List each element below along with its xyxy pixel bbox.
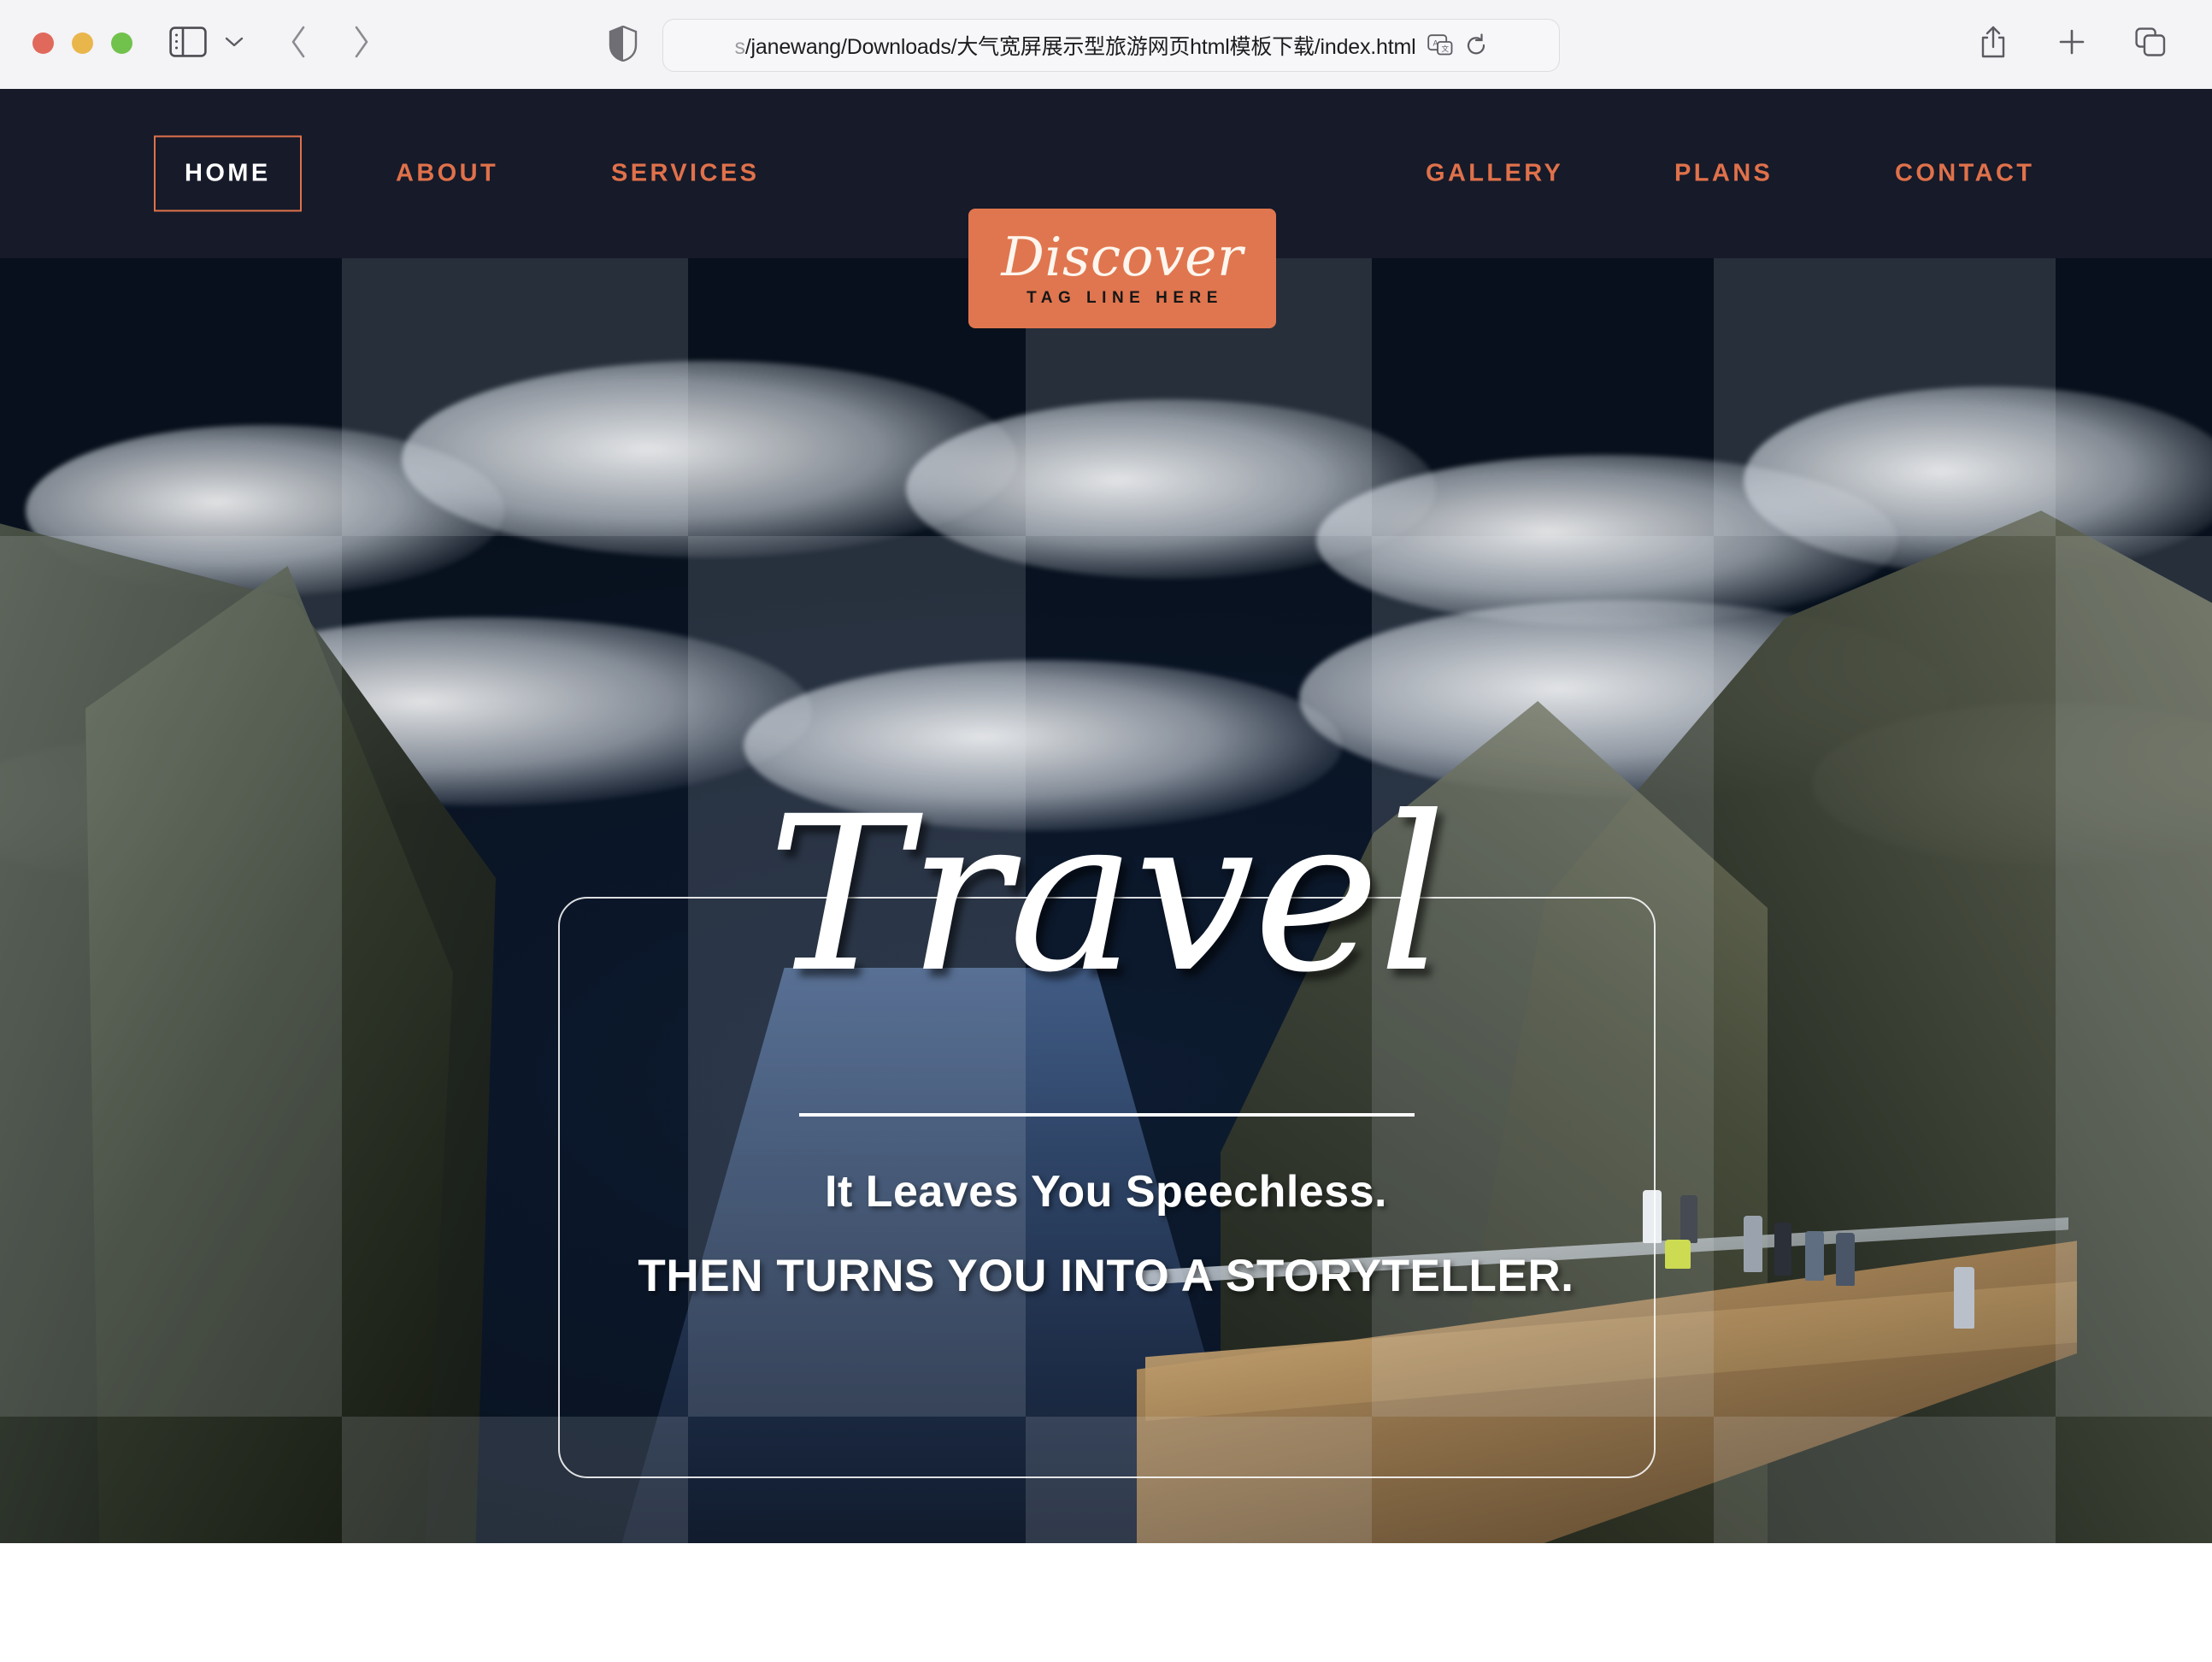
sidebar-icon (169, 26, 207, 62)
zoom-window-button[interactable] (111, 32, 132, 54)
address-bar[interactable]: s/janewang/Downloads/大气宽屏展示型旅游网页html模板下载… (662, 19, 1560, 72)
window-controls (32, 32, 132, 54)
hero-content-frame (558, 897, 1656, 1478)
logo-tagline: TAG LINE HERE (1027, 288, 1223, 307)
share-button[interactable] (1973, 19, 2014, 68)
close-window-button[interactable] (32, 32, 54, 54)
new-tab-button[interactable] (2051, 19, 2092, 68)
site-logo[interactable]: Discover TAG LINE HERE (968, 209, 1276, 328)
minimize-window-button[interactable] (72, 32, 93, 54)
logo-wordmark: Discover (1001, 225, 1244, 288)
privacy-shield-icon[interactable] (609, 26, 638, 62)
forward-arrow-icon (350, 24, 372, 64)
tab-overview-button[interactable] (2130, 19, 2171, 68)
back-button[interactable] (274, 19, 325, 68)
nav-item-contact[interactable]: CONTACT (1895, 160, 2034, 188)
nav-item-plans[interactable]: PLANS (1674, 160, 1773, 188)
plus-icon (2057, 27, 2086, 61)
browser-window: s/janewang/Downloads/大气宽屏展示型旅游网页html模板下载… (0, 0, 2212, 1662)
svg-text:文: 文 (1442, 44, 1450, 54)
browser-toolbar: s/janewang/Downloads/大气宽屏展示型旅游网页html模板下载… (0, 0, 2212, 89)
webpage-viewport: HOME ABOUT SERVICES GALLERY PLANS CONTAC… (0, 89, 2212, 1662)
nav-item-home[interactable]: HOME (154, 135, 302, 212)
translate-icon[interactable]: A 文 (1427, 34, 1453, 56)
reload-icon[interactable] (1465, 33, 1487, 57)
share-icon (1979, 25, 2008, 63)
forward-button[interactable] (335, 19, 386, 68)
sidebar-options-button[interactable] (215, 21, 253, 66)
sidebar-toggle-button[interactable] (164, 21, 212, 66)
nav-item-about[interactable]: ABOUT (396, 160, 498, 188)
url-text: s/janewang/Downloads/大气宽屏展示型旅游网页html模板下载… (734, 35, 1416, 59)
nav-item-gallery[interactable]: GALLERY (1426, 160, 1563, 188)
about-section: About Us (0, 1543, 2212, 1662)
nav-item-services[interactable]: SERVICES (611, 160, 759, 188)
back-arrow-icon (288, 24, 310, 64)
tab-overview-icon (2135, 27, 2166, 61)
hero-section: Travel It Leaves You Speechless. THEN TU… (0, 258, 2212, 1543)
chevron-down-icon (223, 35, 245, 53)
toolbar-right-actions (1973, 19, 2171, 68)
